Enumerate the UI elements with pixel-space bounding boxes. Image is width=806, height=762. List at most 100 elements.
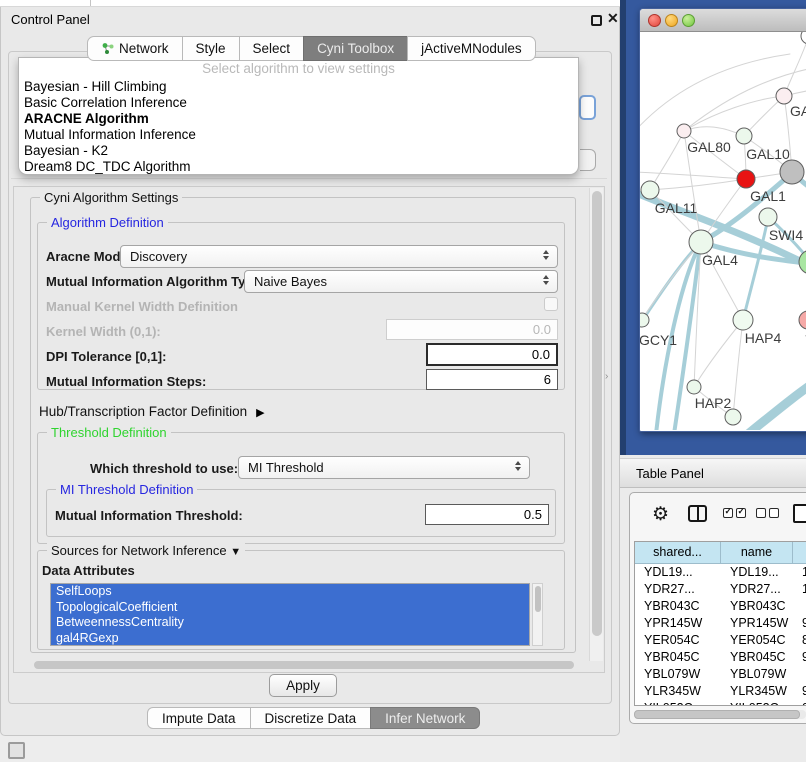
tab-jactivemnodules[interactable]: jActiveMNodules — [407, 36, 536, 61]
table-row[interactable]: YDR27...YDR27...12 — [635, 581, 806, 598]
table-row[interactable]: YIL052CYIL052C0. — [635, 700, 806, 706]
network-node-gal1[interactable] — [737, 170, 755, 188]
network-window-titlebar[interactable] — [640, 9, 806, 32]
export-table-icon[interactable] — [793, 504, 806, 523]
table-row[interactable]: YER054CYER054C8. — [635, 632, 806, 649]
column-header[interactable]: shared... — [635, 542, 721, 564]
network-node-hap4[interactable] — [733, 310, 753, 330]
network-node-gal11[interactable] — [641, 181, 659, 199]
network-node-swi4[interactable] — [759, 208, 777, 226]
table-cell: YBR045C — [635, 649, 721, 666]
tab-impute-data[interactable]: Impute Data — [147, 707, 251, 729]
algorithm-option[interactable]: Basic Correlation Inference — [19, 95, 578, 111]
group-title: MI Threshold Definition — [56, 482, 197, 497]
list-scrollbar[interactable] — [532, 583, 543, 646]
network-node[interactable] — [725, 409, 741, 425]
tab-network[interactable]: Network — [87, 36, 183, 61]
manual-kernel-width-checkbox[interactable] — [544, 297, 558, 311]
network-node-gal[interactable] — [776, 88, 792, 104]
column-header[interactable]: name — [721, 542, 793, 564]
minimized-widget[interactable] — [8, 742, 25, 759]
selected-value: Discovery — [130, 249, 187, 264]
table-row[interactable]: YBR043CYBR043C — [635, 598, 806, 615]
algorithm-option[interactable]: Bayesian - K2 — [19, 143, 578, 159]
algorithm-option[interactable]: Mutual Information Inference — [19, 127, 578, 143]
tab-select[interactable]: Select — [239, 36, 305, 61]
horizontal-scrollbar[interactable] — [34, 661, 574, 670]
panel-resize-handle[interactable]: › — [605, 371, 608, 382]
mi-threshold-field[interactable]: 0.5 — [425, 504, 549, 525]
algorithm-option[interactable]: Bayesian - Hill Climbing — [19, 79, 578, 95]
select-all-icon[interactable] — [723, 508, 746, 518]
network-node-y[interactable] — [799, 311, 806, 329]
table-toolbar: ⚙ — [630, 499, 806, 535]
algorithm-option[interactable]: Dream8 DC_TDC Algorithm — [19, 159, 578, 175]
minimize-traffic-light[interactable] — [665, 14, 678, 27]
table-horizontal-scrollbar[interactable] — [634, 710, 806, 719]
close-icon[interactable]: ✕ — [607, 10, 619, 27]
network-edge — [784, 36, 806, 96]
scrollbar-thumb[interactable] — [634, 710, 800, 719]
apply-button[interactable]: Apply — [269, 674, 337, 697]
network-node-hap2[interactable] — [687, 380, 701, 394]
tab-discretize-data[interactable]: Discretize Data — [250, 707, 372, 729]
tab-style[interactable]: Style — [182, 36, 240, 61]
network-node-gal4[interactable] — [689, 230, 713, 254]
vertical-scrollbar[interactable] — [589, 188, 603, 661]
network-view-window[interactable]: GALGAL80GAL10GAL1GAL11SWI4GAL4GCY1HAP4YH… — [639, 8, 806, 432]
aracne-mode-select[interactable]: Discovery — [120, 245, 558, 268]
table-row[interactable]: YLR345WYLR345W9. — [635, 683, 806, 700]
table-cell: 13 — [793, 564, 806, 581]
collapsed-arrow-icon: ▶ — [256, 406, 264, 419]
close-traffic-light[interactable] — [648, 14, 661, 27]
attribute-item[interactable]: SelfLoops — [51, 584, 529, 600]
network-node[interactable] — [780, 160, 804, 184]
data-attributes-list[interactable]: SelfLoopsTopologicalCoefficientBetweenne… — [50, 583, 530, 646]
table-row[interactable]: YBR045CYBR045C9. — [635, 649, 806, 666]
table-cell: 8. — [793, 632, 806, 649]
scrollbar-thumb[interactable] — [34, 661, 574, 669]
table-cell: YBL079W — [635, 666, 721, 683]
network-node-gal80[interactable] — [677, 124, 691, 138]
mi-algorithm-type-select[interactable]: Naive Bayes — [244, 270, 558, 293]
network-node-gal10[interactable] — [736, 128, 752, 144]
hub-factor-expander[interactable]: Hub/Transcription Factor Definition▶ — [39, 404, 265, 419]
table-row[interactable]: YBL079WYBL079W — [635, 666, 806, 683]
table-row[interactable]: YDL19...YDL19...13 — [635, 564, 806, 581]
settings-scroll-pane: Cyni Algorithm Settings Algorithm Defini… — [13, 186, 605, 673]
network-node[interactable] — [799, 250, 806, 274]
algorithm-option[interactable]: ARACNE Algorithm — [19, 111, 578, 127]
scrollbar-thumb[interactable] — [535, 586, 541, 612]
scrollbar-thumb[interactable] — [592, 191, 602, 636]
tab-label: Network — [119, 41, 169, 56]
attribute-item[interactable]: TopologicalCoefficient — [51, 600, 529, 616]
select-none-icon[interactable] — [756, 508, 779, 518]
table-cell: 12 — [793, 581, 806, 598]
tab-infer-network[interactable]: Infer Network — [370, 707, 480, 729]
tab-cyni-toolbox[interactable]: Cyni Toolbox — [303, 36, 408, 61]
spinner-arrows-icon — [543, 250, 549, 260]
attribute-item[interactable]: gal4RGexp — [51, 631, 529, 646]
network-graph[interactable]: GALGAL80GAL10GAL1GAL11SWI4GAL4GCY1HAP4YH… — [640, 32, 806, 430]
dpi-tolerance-field[interactable]: 0.0 — [426, 343, 558, 366]
network-desktop: GALGAL80GAL10GAL1GAL11SWI4GAL4GCY1HAP4YH… — [620, 0, 806, 455]
network-node[interactable] — [801, 32, 806, 44]
table-body[interactable]: YDL19...YDL19...13YDR27...YDR27...12YBR0… — [635, 564, 806, 706]
node-label: GAL80 — [687, 139, 731, 155]
mi-steps-field[interactable]: 6 — [426, 369, 558, 390]
table-row[interactable]: YPR145WYPR145W9. — [635, 615, 806, 632]
which-threshold-select[interactable]: MI Threshold — [238, 456, 530, 479]
network-node-gcy1[interactable] — [640, 313, 649, 327]
kernel-width-field[interactable]: 0.0 — [386, 319, 558, 340]
tab-label: Select — [253, 41, 291, 56]
column-header[interactable]: A — [793, 542, 806, 564]
network-canvas[interactable]: GALGAL80GAL10GAL1GAL11SWI4GAL4GCY1HAP4YH… — [640, 32, 806, 430]
node-label: SWI4 — [769, 227, 803, 243]
settings-gear-icon[interactable]: ⚙ — [652, 503, 669, 526]
float-window-icon[interactable] — [591, 15, 602, 26]
zoom-traffic-light[interactable] — [682, 14, 695, 27]
attribute-table[interactable]: shared...nameA YDL19...YDL19...13YDR27..… — [634, 541, 806, 706]
attribute-item[interactable]: BetweennessCentrality — [51, 615, 529, 631]
columns-icon[interactable] — [688, 505, 707, 522]
table-header[interactable]: shared...nameA — [635, 542, 806, 564]
